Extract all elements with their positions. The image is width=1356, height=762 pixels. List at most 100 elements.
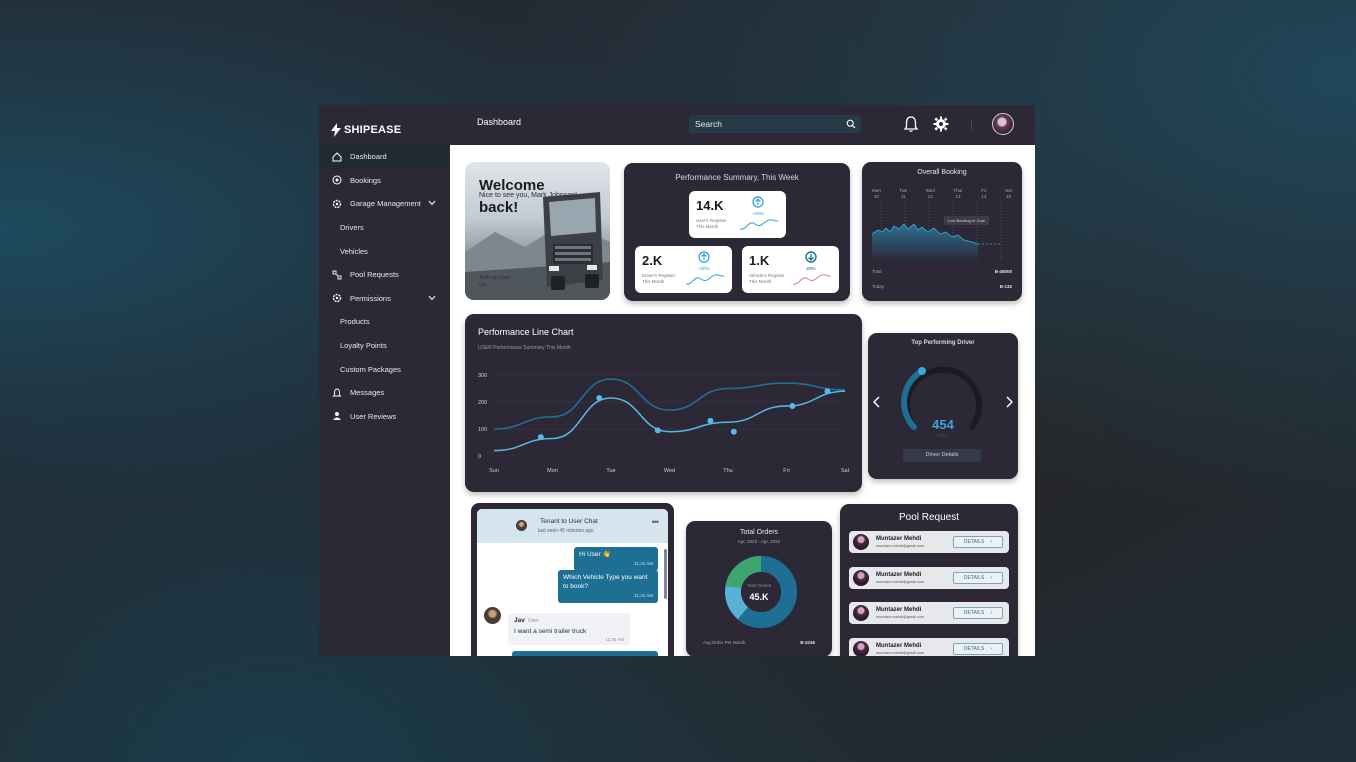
data-point[interactable] xyxy=(730,428,737,435)
driver-rides-value: 454 xyxy=(932,417,954,432)
chat-scrollbar[interactable] xyxy=(664,549,667,599)
details-button[interactable]: DETAILS › xyxy=(953,571,1003,584)
sidebar-item-loyalty-points[interactable]: Loyalty Points xyxy=(319,334,450,358)
chat-message-out: Hi User 👋 11:31 AM xyxy=(574,547,658,571)
sidebar-item-messages[interactable]: Messages xyxy=(319,381,450,405)
bolt-logo-icon xyxy=(331,123,341,137)
incoming-time: 11:35 AM xyxy=(605,637,624,642)
sidebar-nav: Dashboard Bookings Garage Management Driver… xyxy=(319,145,450,428)
day-number: 10 xyxy=(873,194,879,199)
stat-card-vehicles[interactable]: 1.K Vehicle's Register This Month -20% xyxy=(742,246,839,293)
page-title: Dashboard xyxy=(477,117,522,127)
chat-last-seen: last seen 45 minutes ago xyxy=(538,528,594,534)
booking-total-row: Total B-45000 xyxy=(872,269,1012,274)
arrow-up-circle-icon xyxy=(698,251,710,263)
data-point[interactable] xyxy=(824,388,831,395)
overall-booking-card: Overall Booking Mon 10 Tue 11 Wed 12 Thur 13 Fri… xyxy=(862,162,1022,301)
sidebar-item-vehicles[interactable]: Vehicles xyxy=(319,239,450,263)
sidebar-item-user-reviews[interactable]: User Reviews xyxy=(319,405,450,429)
chat-avatar xyxy=(516,520,527,531)
sidebar-item-custom-packages[interactable]: Custom Packages xyxy=(319,357,450,381)
search-input[interactable]: Search xyxy=(689,115,861,133)
sidebar-item-drivers[interactable]: Drivers xyxy=(319,216,450,240)
pool-request-item: Muntazer Mehdi muntazer.mehdi@gmail.com DE… xyxy=(849,531,1009,553)
day-number: 15 xyxy=(1006,194,1012,199)
overall-booking-title: Overall Booking xyxy=(917,169,967,176)
search-icon[interactable] xyxy=(846,119,856,129)
y-tick-label: 200 xyxy=(478,400,487,406)
dashboard-main: Welcome Nice to see you, Mark Johnson! b… xyxy=(450,145,1035,656)
welcome-card: Welcome Nice to see you, Mark Johnson! b… xyxy=(465,162,610,300)
details-button[interactable]: DETAILS › xyxy=(953,642,1003,655)
sidebar-item-garage-management[interactable]: Garage Management xyxy=(319,192,450,216)
chat-card: Tenant to User Chat last seen 45 minutes… xyxy=(471,503,674,656)
driver-rides-label: Rides xyxy=(937,433,949,438)
day-name: Sat xyxy=(1005,188,1012,193)
stat-label: User's Register This Month xyxy=(696,218,727,229)
sidebar-item-pool-requests[interactable]: Pool Requests xyxy=(319,263,450,287)
requester-name: Muntazer Mehdi xyxy=(876,536,922,542)
message-time: 11:31 AM xyxy=(634,593,653,598)
total-orders-title: Total Orders xyxy=(739,529,779,536)
y-tick-label: 0 xyxy=(478,454,481,460)
user-avatar[interactable] xyxy=(992,113,1014,135)
day-name: Mon xyxy=(872,188,881,193)
data-point[interactable] xyxy=(596,394,603,401)
orders-footer: Avg.Order Per Month B-3246 xyxy=(703,640,815,645)
sidebar-item-products[interactable]: Products xyxy=(319,310,450,334)
bookings-icon xyxy=(332,175,342,185)
series-line-2 xyxy=(493,390,846,452)
day-number: 11 xyxy=(900,194,906,199)
requester-name: Muntazer Mehdi xyxy=(876,607,922,613)
search-placeholder: Search xyxy=(695,119,722,129)
sidebar-item-label: Products xyxy=(340,317,370,327)
y-tick-label: 100 xyxy=(478,427,487,433)
details-label: DETAILS xyxy=(963,645,985,652)
booking-day: Wed 12 xyxy=(926,188,935,200)
gear-icon[interactable] xyxy=(933,116,949,132)
chat-message-in: Jav User I want a semi trailer truck 11:… xyxy=(508,613,630,645)
chevron-right-icon[interactable] xyxy=(1005,396,1013,408)
data-point[interactable] xyxy=(789,403,796,410)
user-icon xyxy=(333,412,341,421)
driver-details-button[interactable]: Driver Details xyxy=(903,449,981,462)
sidebar-item-label: Vehicles xyxy=(340,246,368,256)
home-icon xyxy=(332,152,342,162)
notification-bell-icon[interactable] xyxy=(903,115,919,133)
chevron-right-icon: › xyxy=(990,645,993,652)
sidebar-item-label: Messages xyxy=(350,388,385,398)
chevron-down-icon[interactable] xyxy=(428,295,436,301)
avg-value: B-3246 xyxy=(800,640,815,645)
requester-name: Muntazer Mehdi xyxy=(876,642,922,649)
stat-card-drivers[interactable]: 2.K Driver's Register This Month +20% xyxy=(635,246,732,293)
brand-logo[interactable]: SHIPEASE xyxy=(331,123,401,137)
requester-email: muntazer.mehdi@gmail.com xyxy=(876,650,925,655)
incoming-role: User xyxy=(528,618,539,624)
booking-day: Thur 13 xyxy=(953,188,962,200)
stat-card-users[interactable]: 14.K User's Register This Month +20% xyxy=(689,191,786,238)
requester-avatar xyxy=(853,534,869,550)
details-button[interactable]: DETAILS › xyxy=(953,607,1003,619)
requester-avatar xyxy=(853,569,869,586)
x-tick-label: Wed xyxy=(664,468,675,474)
top-header: Dashboard Search xyxy=(450,105,1035,145)
permissions-icon xyxy=(332,294,342,303)
data-point[interactable] xyxy=(654,427,661,434)
booking-today-row: Today B-132 xyxy=(872,284,1012,289)
data-point[interactable] xyxy=(707,417,714,424)
top-driver-title: Top Performing Driver xyxy=(911,340,975,346)
sidebar-item-dashboard[interactable]: Dashboard xyxy=(319,145,450,169)
data-point[interactable] xyxy=(537,434,544,441)
sidebar-item-bookings[interactable]: Bookings xyxy=(319,169,450,193)
more-options-icon[interactable]: ••• xyxy=(652,517,660,527)
sidebar-item-permissions[interactable]: Permissions xyxy=(319,287,450,311)
sidebar-item-label: Custom Packages xyxy=(340,364,401,374)
details-button[interactable]: DETAILS › xyxy=(953,536,1003,548)
chevron-left-icon[interactable] xyxy=(873,396,881,408)
day-name: Tue xyxy=(899,188,907,193)
chevron-down-icon[interactable] xyxy=(428,200,436,206)
line-chart-svg: 300 200 100 0 Sun Mon Tue Wed Thu Fri Sat xyxy=(478,373,850,474)
performance-line-chart-card: Performance Line Chart USER Performance … xyxy=(465,314,862,492)
stat-label: Vehicle's Register This Month xyxy=(749,273,785,284)
incoming-name: Jav xyxy=(514,617,525,624)
